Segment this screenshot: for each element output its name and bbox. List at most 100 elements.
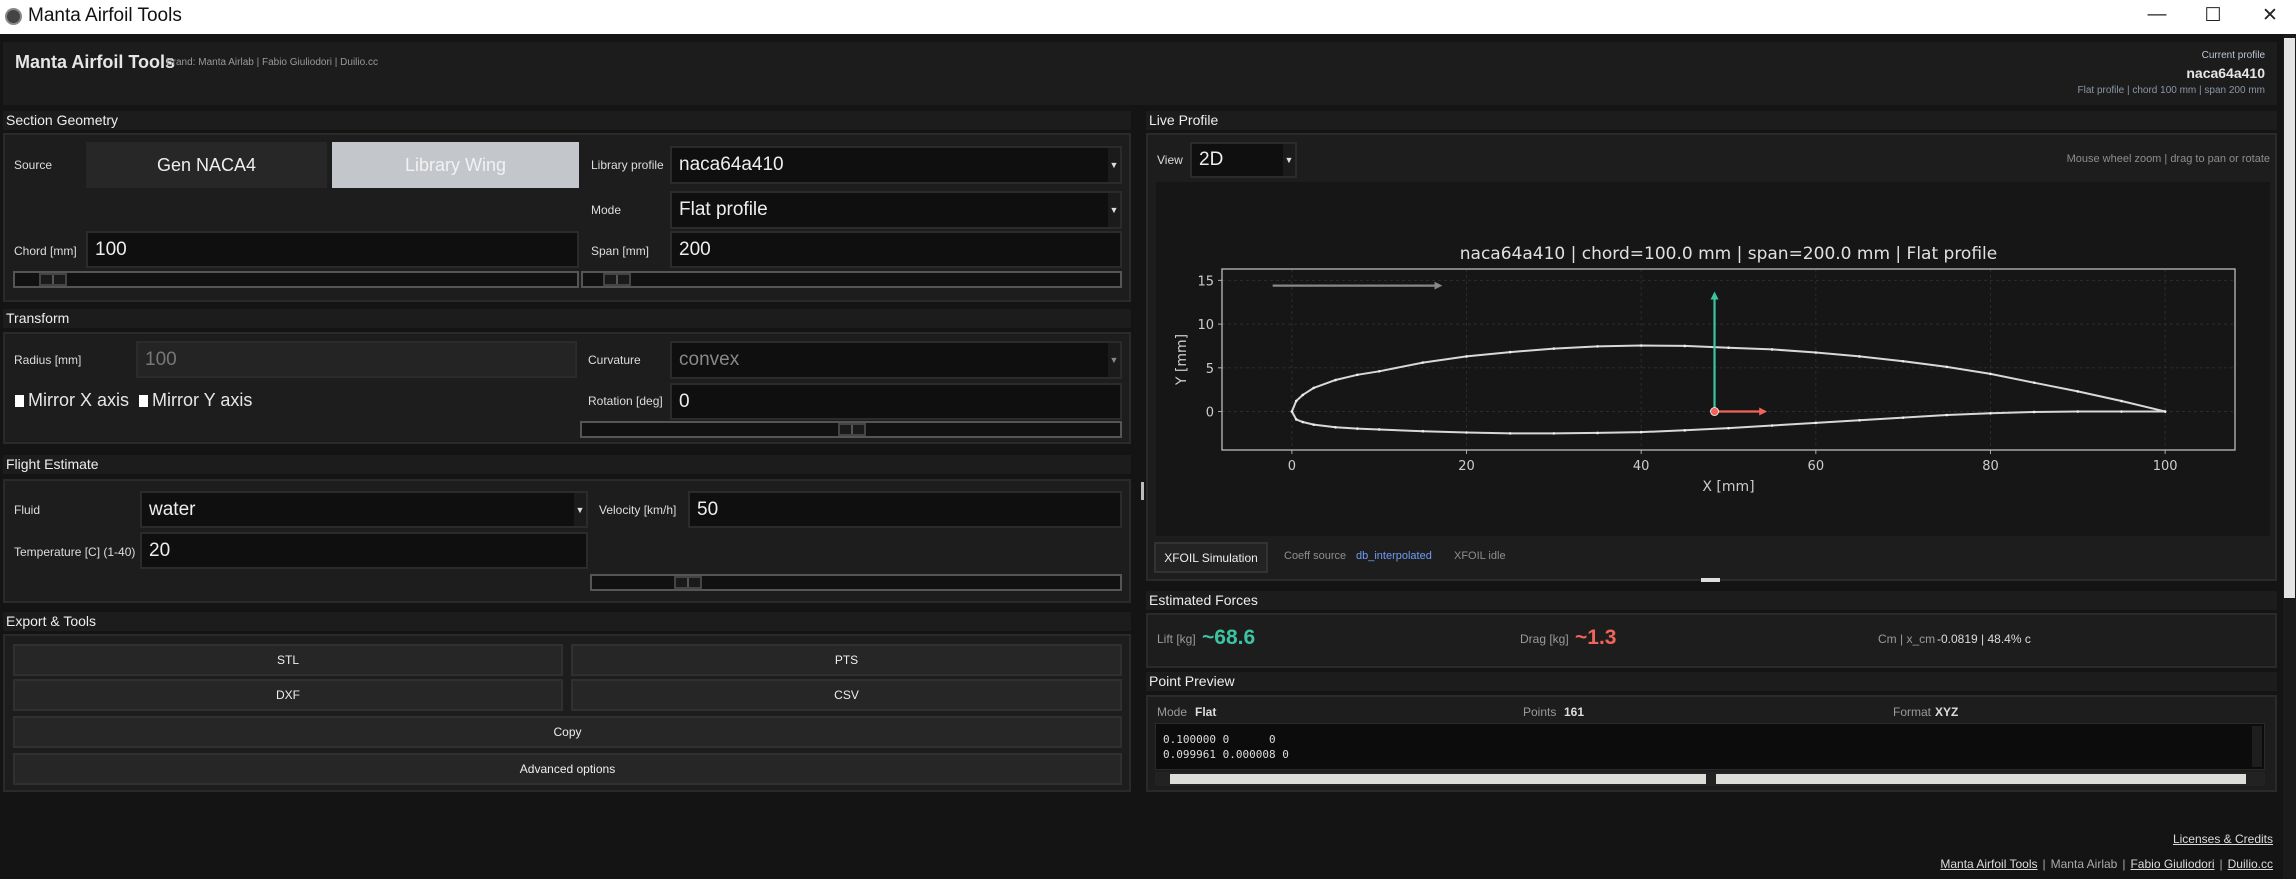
y-tick-label: 0: [1206, 406, 1214, 421]
mirror-x-checkbox[interactable]: Mirror X axis: [15, 390, 129, 411]
export-stl-button[interactable]: STL: [13, 644, 563, 676]
airfoil-point: [1814, 351, 1818, 354]
velocity-input[interactable]: 50: [688, 491, 1122, 528]
current-profile-label: Current profile: [2201, 50, 2265, 61]
minimize-button[interactable]: —: [2142, 4, 2172, 26]
airfoil-point: [1683, 429, 1687, 432]
footer-link-manta-airfoil-tools[interactable]: Manta Airfoil Tools: [1940, 857, 2037, 871]
center-of-pressure-marker: [1710, 407, 1719, 416]
airfoil-point: [1356, 373, 1359, 377]
airfoil-point: [1727, 346, 1730, 349]
airfoil-point: [1552, 347, 1556, 350]
curvature-dropdown[interactable]: convex ▼: [670, 341, 1122, 379]
airfoil-point: [1377, 370, 1381, 373]
plot-canvas[interactable]: naca64a410 | chord=100.0 mm | span=200.0…: [1156, 182, 2270, 536]
rotation-label: Rotation [deg]: [588, 394, 663, 408]
mirror-x-label: Mirror X axis: [28, 390, 130, 410]
airfoil-point: [1334, 425, 1337, 429]
slider-handle[interactable]: [39, 273, 67, 286]
view-hint: Mouse wheel zoom | drag to pan or rotate: [2066, 153, 2270, 165]
fluid-dropdown[interactable]: water ▼: [140, 491, 588, 528]
export-csv-button[interactable]: CSV: [571, 679, 1122, 711]
horizontal-scrollbar[interactable]: [1155, 772, 2265, 786]
velocity-slider[interactable]: [590, 574, 1122, 591]
chevron-down-icon: ▼: [1108, 193, 1120, 227]
airfoil-point: [1770, 424, 1774, 427]
chord-slider[interactable]: [13, 271, 579, 288]
preview-format-label: Format: [1893, 705, 1932, 719]
current-profile-meta: Flat profile | chord 100 mm | span 200 m…: [2077, 85, 2266, 96]
span-slider[interactable]: [581, 271, 1122, 288]
chord-input[interactable]: 100: [86, 231, 579, 268]
mode-dropdown[interactable]: Flat profile ▼: [670, 191, 1122, 229]
airfoil-point: [1989, 411, 1992, 415]
vertical-scrollbar[interactable]: [2252, 726, 2262, 767]
preview-points-label: Points: [1523, 705, 1557, 719]
scrollbar-thumb[interactable]: [1716, 774, 2246, 784]
flight-estimate-header: Flight Estimate: [3, 455, 1131, 474]
airfoil-point: [1639, 430, 1643, 434]
preview-format-value: XYZ: [1935, 705, 1959, 719]
airfoil-point: [1301, 393, 1305, 397]
airfoil-point: [1858, 355, 1861, 358]
source-library-wing-button[interactable]: Library Wing: [332, 142, 579, 188]
mirror-y-checkbox[interactable]: Mirror Y axis: [139, 390, 252, 411]
library-profile-dropdown[interactable]: naca64a410 ▼: [670, 146, 1122, 184]
point-line: 0.100000 0 0: [1163, 733, 1276, 746]
slider-handle[interactable]: [603, 273, 631, 286]
vertical-splitter-handle[interactable]: [1701, 578, 1720, 582]
airfoil-point: [1901, 359, 1905, 363]
slider-handle[interactable]: [838, 423, 866, 436]
chevron-down-icon: ▼: [574, 493, 586, 526]
column-splitter-handle[interactable]: [1141, 482, 1144, 500]
rotation-input[interactable]: 0: [670, 383, 1122, 420]
point-preview-textarea[interactable]: 0.100000 0 0 0.099961 0.000008 0: [1155, 723, 2265, 770]
airfoil-point: [1465, 431, 1468, 434]
licenses-credits-link[interactable]: Licenses & Credits: [2173, 832, 2273, 846]
fluid-value: water: [149, 498, 196, 520]
airfoil-point: [1858, 418, 1861, 422]
copy-button[interactable]: Copy: [13, 716, 1122, 748]
view-dropdown[interactable]: 2D ▼: [1190, 142, 1297, 178]
advanced-options-button[interactable]: Advanced options: [13, 753, 1122, 785]
preview-mode-label: Mode: [1157, 705, 1188, 719]
source-gen-naca4-button[interactable]: Gen NACA4: [86, 142, 327, 188]
maximize-button[interactable]: ☐: [2198, 4, 2228, 27]
span-input[interactable]: 200: [670, 231, 1122, 268]
page-scrollbar-thumb[interactable]: [2284, 38, 2295, 598]
mirror-y-label: Mirror Y axis: [152, 390, 253, 410]
airfoil-point: [1945, 365, 1949, 369]
curvature-value: convex: [679, 349, 740, 370]
chevron-down-icon: ▼: [1108, 343, 1120, 377]
xfoil-simulation-button[interactable]: XFOIL Simulation: [1154, 542, 1268, 573]
rotation-slider[interactable]: [580, 421, 1122, 438]
app-header: Manta Airfoil Tools Brand: Manta Airlab …: [3, 42, 2277, 105]
slider-handle[interactable]: [674, 576, 702, 589]
curvature-label: Curvature: [588, 353, 641, 367]
airfoil-point: [1727, 426, 1730, 430]
airfoil-point: [1294, 399, 1298, 403]
library-profile-label: Library profile: [591, 158, 664, 172]
separator: |: [2122, 857, 2126, 871]
footer-link-duilio[interactable]: Duilio.cc: [2228, 857, 2273, 871]
airfoil-point: [1814, 421, 1818, 425]
scrollbar-thumb[interactable]: [1170, 774, 1706, 784]
airfoil-point: [1945, 413, 1949, 417]
cm-value: -0.0819 | 48.4% c: [1937, 632, 2031, 646]
airfoil-point: [1901, 416, 1905, 419]
checkbox-icon: [139, 394, 148, 407]
airfoil-point: [1290, 410, 1294, 413]
export-dxf-button[interactable]: DXF: [13, 679, 563, 711]
export-pts-button[interactable]: PTS: [571, 644, 1122, 676]
airfoil-point: [1421, 361, 1425, 364]
coeff-source-label: Coeff source: [1284, 550, 1347, 562]
temperature-input[interactable]: 20: [140, 532, 588, 569]
mode-value: Flat profile: [679, 199, 768, 220]
airfoil-point: [2120, 410, 2123, 413]
airfoil-outline: [1290, 344, 2166, 435]
point-line: 0.099961 0.000008 0: [1163, 748, 1289, 761]
radius-input[interactable]: 100: [136, 341, 577, 378]
page-scrollbar[interactable]: [2283, 34, 2296, 879]
footer-link-fabio-giuliodori[interactable]: Fabio Giuliodori: [2130, 857, 2214, 871]
close-button[interactable]: ✕: [2255, 4, 2285, 27]
